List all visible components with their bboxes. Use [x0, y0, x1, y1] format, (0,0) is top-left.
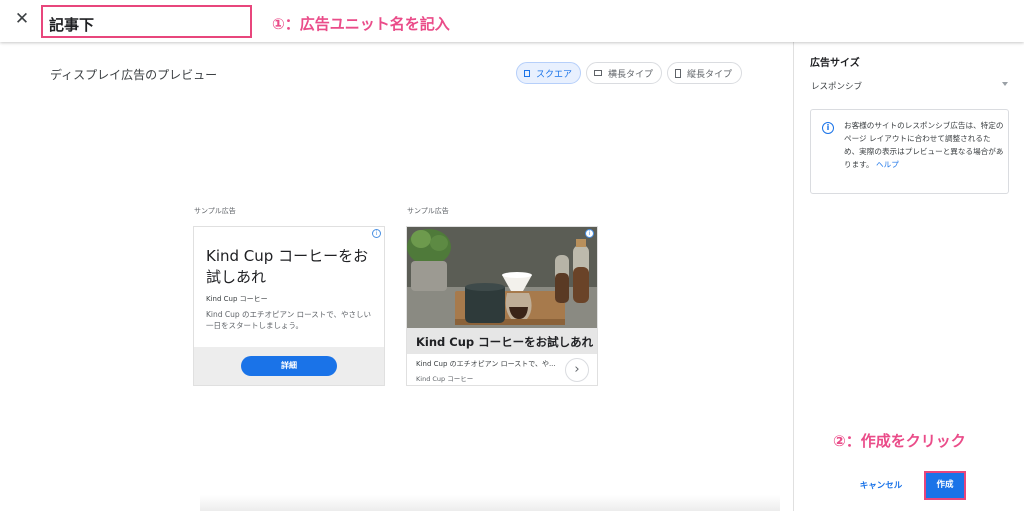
close-icon[interactable]: ✕ — [13, 9, 31, 29]
shape-option-portrait[interactable]: 縦長タイプ — [667, 62, 742, 84]
image-ad-preview: i Kind Cup コーヒーをお試しあれ Kind Cup のエチオピアン ロ… — [406, 226, 598, 386]
square-icon — [524, 69, 530, 77]
preview-title: ディスプレイ広告のプレビュー — [50, 68, 218, 82]
shape-option-label: スクエア — [535, 69, 572, 80]
ad-headline: Kind Cup コーヒーをお試しあれ — [416, 335, 594, 349]
info-icon[interactable]: i — [372, 229, 381, 238]
top-bar: ✕ 記事下 ①：広告ユニット名を記入 — [0, 0, 1024, 42]
ad-size-value: レスポンシブ — [811, 82, 863, 92]
ad-description: Kind Cup のエチオピアン ローストで、や... — [416, 360, 556, 368]
ad-size-select[interactable]: レスポンシブ — [810, 75, 1010, 95]
ad-brand: Kind Cup コーヒー — [416, 375, 474, 383]
coffee-product-image — [407, 227, 597, 328]
annotation-step-1: ①：広告ユニット名を記入 — [272, 15, 450, 33]
dropdown-arrow-icon — [1002, 82, 1008, 86]
info-icon: i — [822, 122, 834, 134]
ad-description: Kind Cup のエチオピアン ローストで、やさしい一日をスタートしましょう。 — [206, 310, 371, 330]
info-message: お客様のサイトのレスポンシブ広告は、特定のページ レイアウトに合わせて調整される… — [844, 121, 1004, 169]
ad-unit-name-input[interactable]: 記事下 — [41, 5, 252, 38]
shape-option-square[interactable]: スクエア — [516, 62, 581, 84]
sample-ad-label: サンプル広告 — [194, 207, 236, 215]
ad-headline: Kind Cup コーヒーをお試しあれ — [206, 247, 369, 286]
sample-ad-label: サンプル広告 — [407, 207, 449, 215]
shape-option-label: 横長タイプ — [607, 69, 653, 80]
cancel-button[interactable]: キャンセル — [853, 477, 909, 495]
ad-size-title: 広告サイズ — [810, 58, 860, 69]
landscape-icon — [594, 70, 602, 76]
create-button[interactable]: 作成 — [924, 471, 966, 500]
portrait-icon — [675, 68, 681, 78]
shape-option-label: 縦長タイプ — [687, 69, 733, 80]
ad-cta-button[interactable]: 詳細 — [241, 356, 337, 376]
help-link[interactable]: ヘルプ — [876, 160, 899, 169]
annotation-step-2: ②：作成をクリック — [833, 432, 966, 450]
responsive-info-box: i お客様のサイトのレスポンシブ広告は、特定のページ レイアウトに合わせて調整さ… — [810, 109, 1009, 194]
scroll-shadow — [200, 495, 780, 511]
info-icon[interactable]: i — [585, 229, 594, 238]
chevron-right-icon[interactable]: › — [565, 358, 589, 382]
ad-brand: Kind Cup コーヒー — [206, 295, 268, 303]
ad-headline-bar: Kind Cup コーヒーをお試しあれ — [407, 328, 597, 354]
shape-option-landscape[interactable]: 横長タイプ — [586, 62, 662, 84]
ad-footer: 詳細 — [194, 347, 384, 385]
text-ad-preview: i Kind Cup コーヒーをお試しあれ Kind Cup コーヒー Kind… — [193, 226, 385, 386]
responsive-info-text: お客様のサイトのレスポンシブ広告は、特定のページ レイアウトに合わせて調整される… — [844, 119, 1004, 171]
